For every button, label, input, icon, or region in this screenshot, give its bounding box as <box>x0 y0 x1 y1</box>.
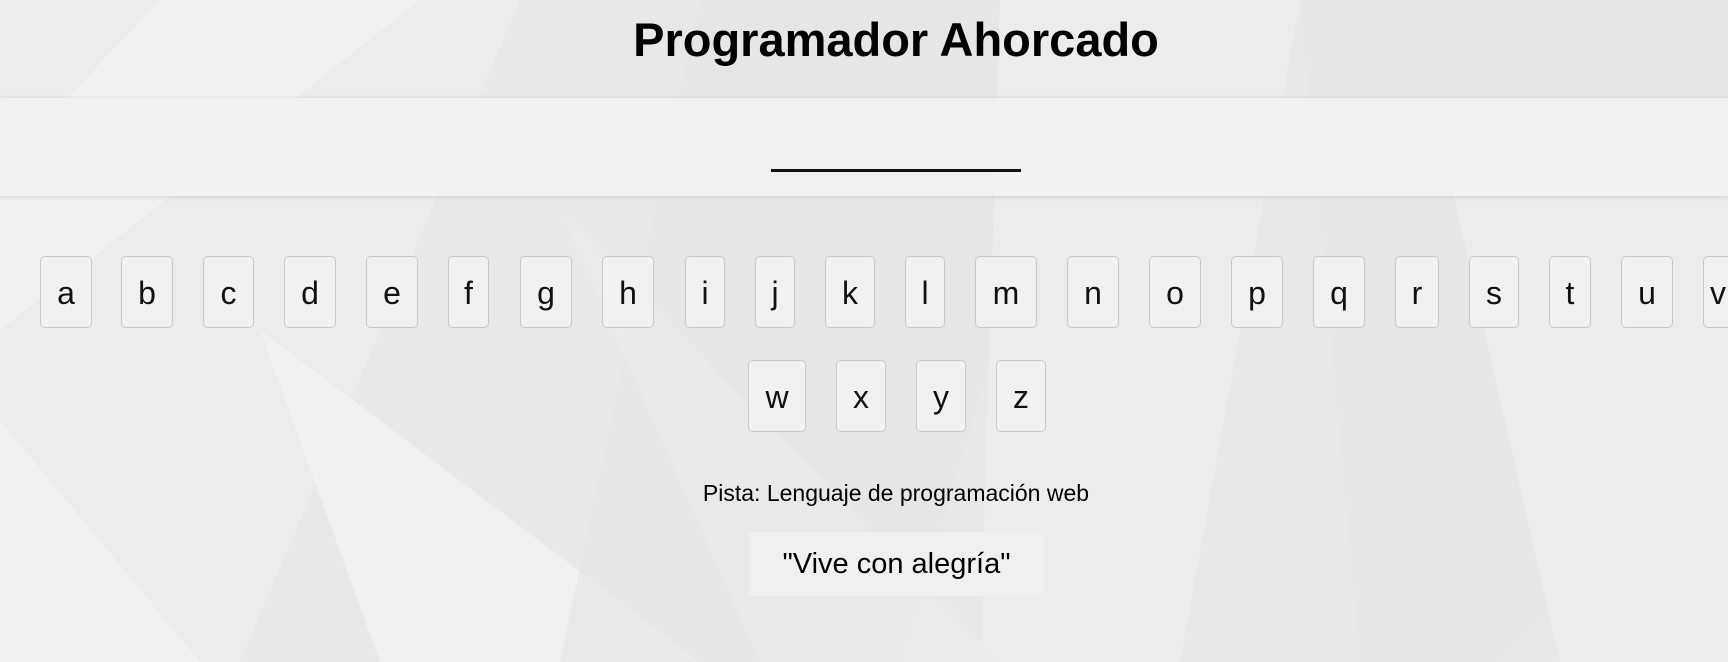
key-k[interactable]: k <box>825 256 875 328</box>
hidden-word-blanks <box>771 128 1021 172</box>
key-u[interactable]: u <box>1621 256 1673 328</box>
key-s[interactable]: s <box>1469 256 1519 328</box>
key-c[interactable]: c <box>203 256 254 328</box>
key-w[interactable]: w <box>748 360 806 432</box>
key-y[interactable]: y <box>916 360 966 432</box>
key-i[interactable]: i <box>685 256 725 328</box>
key-o[interactable]: o <box>1149 256 1201 328</box>
key-m[interactable]: m <box>975 256 1037 328</box>
key-j[interactable]: j <box>755 256 795 328</box>
key-h[interactable]: h <box>602 256 654 328</box>
hint-text: Pista: Lenguaje de programación web <box>702 480 1090 506</box>
key-x[interactable]: x <box>836 360 886 432</box>
key-n[interactable]: n <box>1067 256 1119 328</box>
key-z[interactable]: z <box>996 360 1046 432</box>
hidden-word <box>0 128 1728 181</box>
key-l[interactable]: l <box>905 256 945 328</box>
key-t[interactable]: t <box>1549 256 1591 328</box>
key-g[interactable]: g <box>520 256 572 328</box>
key-b[interactable]: b <box>121 256 173 328</box>
key-a[interactable]: a <box>40 256 92 328</box>
key-d[interactable]: d <box>284 256 336 328</box>
key-p[interactable]: p <box>1231 256 1283 328</box>
quote-box: "Vive con alegría" <box>749 532 1044 596</box>
key-v[interactable]: v <box>1703 256 1728 328</box>
key-r[interactable]: r <box>1395 256 1439 328</box>
key-e[interactable]: e <box>366 256 418 328</box>
key-q[interactable]: q <box>1313 256 1365 328</box>
hangman-page: Programador Ahorcado a b c d e f g h i j… <box>0 0 1728 662</box>
page-title: Programador Ahorcado <box>633 13 1159 66</box>
key-f[interactable]: f <box>448 256 489 328</box>
